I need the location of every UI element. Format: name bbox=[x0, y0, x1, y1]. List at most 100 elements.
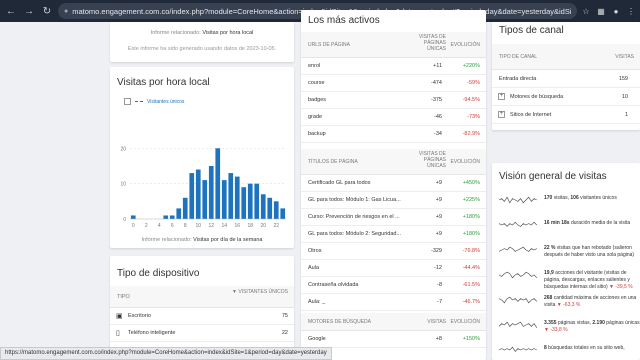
sparkline[interactable] bbox=[498, 320, 538, 332]
extensions-icon[interactable]: ▦ bbox=[596, 6, 606, 16]
related-report-link[interactable]: Visitas por hora local bbox=[202, 30, 253, 36]
row-evolution: -59% bbox=[467, 80, 480, 86]
desktop-icon: ▣ bbox=[116, 313, 123, 320]
chart-bar[interactable] bbox=[169, 215, 175, 219]
table-row[interactable]: + Sitios de Internet 1 bbox=[492, 106, 640, 124]
chart-bar[interactable] bbox=[182, 197, 188, 219]
table-row[interactable]: + Motores de búsqueda 10 bbox=[492, 88, 640, 106]
visits-overview-widget: Visión general de visitas 170 visitas, 1… bbox=[492, 163, 640, 360]
row-visits: -34 bbox=[434, 131, 442, 137]
sparkline[interactable] bbox=[498, 345, 538, 357]
chart-bar[interactable] bbox=[267, 197, 273, 219]
table-row[interactable]: Certificado GL para todos +9 +450% bbox=[301, 175, 486, 192]
legend-label[interactable]: Visitantes únicos bbox=[147, 99, 184, 105]
overview-row: 16 min 18s duración media de la visita bbox=[498, 216, 640, 242]
widget-title: Visitas por hora local bbox=[117, 77, 210, 88]
chart-bar[interactable] bbox=[241, 187, 247, 219]
column-header-visits[interactable]: VISITAS DE PÁGINAS ÚNICAS bbox=[406, 151, 446, 169]
table-row[interactable]: ▣ Escritorio 75 bbox=[110, 308, 294, 325]
forward-icon[interactable]: → bbox=[22, 4, 36, 18]
table-row[interactable]: enrol +11 +220% bbox=[301, 58, 486, 75]
x-tick-label: 12 bbox=[208, 223, 214, 229]
table-row[interactable]: Google +8 +150% bbox=[301, 331, 486, 348]
chart-bar[interactable] bbox=[202, 180, 208, 219]
visits-bar-chart: 0 10 20 0 2 4 6 8 10 12 14 16 18 20 22 bbox=[120, 146, 286, 229]
chart-bar[interactable] bbox=[130, 215, 136, 219]
chart-bar[interactable] bbox=[234, 176, 240, 219]
sparkline[interactable] bbox=[498, 195, 538, 207]
chart-bar[interactable] bbox=[195, 169, 201, 219]
table-row[interactable]: GL para todos: Módulo 2: Seguridad... +9 +… bbox=[301, 226, 486, 243]
related-report-link[interactable]: Visitas por día de la semana bbox=[193, 237, 262, 243]
chart-bar[interactable] bbox=[260, 194, 266, 219]
sparkline-line bbox=[498, 271, 538, 279]
chart-bar[interactable] bbox=[208, 166, 214, 219]
chart-bar[interactable] bbox=[176, 208, 182, 219]
metric-label: páginas únicas bbox=[604, 320, 640, 326]
row-evolution: +180% bbox=[462, 231, 480, 237]
column-header-visits[interactable]: VISITAS DE PÁGINAS ÚNICAS bbox=[406, 34, 446, 52]
sparkline[interactable] bbox=[498, 220, 538, 232]
chart-bar[interactable] bbox=[215, 148, 221, 219]
row-evolution: -94.5% bbox=[462, 97, 480, 103]
y-tick-label: 0 bbox=[123, 217, 126, 223]
column-header-type[interactable]: TIPO bbox=[117, 294, 130, 300]
column-header-label[interactable]: TÍTULOS DE PÁGINA bbox=[308, 159, 358, 165]
table-row[interactable]: GL para todos: Módulo 1: Gas Licua... +9 +… bbox=[301, 192, 486, 209]
metric-picker-icon[interactable] bbox=[124, 98, 131, 105]
metric-value: 2.190 bbox=[592, 320, 605, 326]
sparkline[interactable] bbox=[498, 295, 538, 307]
row-visits: +9 bbox=[435, 231, 442, 237]
expand-icon[interactable]: + bbox=[498, 93, 505, 100]
chart-bar[interactable] bbox=[273, 201, 279, 219]
chart-bar[interactable] bbox=[221, 180, 227, 219]
column-header-visitors[interactable]: ▼ VISITANTES ÚNICOS bbox=[232, 289, 288, 295]
reload-icon[interactable]: ↻ bbox=[40, 4, 54, 18]
expand-icon[interactable]: + bbox=[498, 111, 505, 118]
table-row[interactable]: ▯ Teléfono inteligente 22 bbox=[110, 325, 294, 342]
table-row[interactable]: Entrada directa 159 bbox=[492, 70, 640, 88]
column-header-evolution[interactable]: EVOLUCIÓN bbox=[451, 159, 480, 165]
menu-icon[interactable]: ⋮ bbox=[626, 6, 636, 16]
table-row[interactable]: grade -46 -73% bbox=[301, 109, 486, 126]
table-row[interactable]: course -474 -59% bbox=[301, 75, 486, 92]
sparkline[interactable] bbox=[498, 245, 538, 257]
table-row[interactable]: Aula: _ -7 -46.7% bbox=[301, 294, 486, 311]
column-header-visits[interactable]: VISITAS bbox=[615, 54, 634, 60]
row-visits: +9 bbox=[435, 214, 442, 220]
table-row[interactable]: Aula -12 -44.4% bbox=[301, 260, 486, 277]
row-evolution: +220% bbox=[462, 63, 480, 69]
chart-bar[interactable] bbox=[163, 215, 169, 219]
column-header-label[interactable]: URLS DE PÁGINA bbox=[308, 42, 350, 48]
table-header: URLS DE PÁGINA VISITAS DE PÁGINAS ÚNICAS E… bbox=[301, 32, 486, 58]
chart-bar[interactable] bbox=[280, 208, 286, 219]
row-label: Curso: Prevención de riesgos en el ... bbox=[308, 214, 400, 220]
chart-bar[interactable] bbox=[228, 173, 234, 219]
table-row[interactable]: Otros -329 -76.8% bbox=[301, 243, 486, 260]
column-header-label[interactable]: MOTORES DE BÚSQUEDA bbox=[308, 319, 371, 325]
table-row[interactable]: badges -375 -94.5% bbox=[301, 92, 486, 109]
chart-bar[interactable] bbox=[247, 183, 253, 219]
column-header-channel[interactable]: TIPO DE CANAL bbox=[499, 54, 537, 60]
smartphone-icon: ▯ bbox=[116, 330, 120, 337]
row-label: course bbox=[308, 80, 325, 86]
chart-bar[interactable] bbox=[254, 183, 260, 219]
profile-icon[interactable]: ● bbox=[611, 6, 621, 16]
column-header-evolution[interactable]: EVOLUCIÓN bbox=[451, 42, 480, 48]
overview-row: 3.355 páginas vistas, 2.190 páginas únic… bbox=[498, 316, 640, 342]
column-header-visits[interactable]: VISITAS bbox=[406, 319, 446, 325]
sparkline[interactable] bbox=[498, 270, 538, 282]
bookmark-icon[interactable]: ☆ bbox=[581, 6, 591, 16]
overview-text: 3.355 páginas vistas, 2.190 páginas únic… bbox=[544, 320, 640, 334]
overview-text: 268 cantidad máxima de acciones en una v… bbox=[544, 295, 640, 309]
row-label: Entrada directa bbox=[499, 76, 537, 82]
table-row[interactable]: backup -34 -82.9% bbox=[301, 126, 486, 143]
metric-label: duración media de la visita bbox=[569, 220, 631, 226]
column-header-evolution[interactable]: EVOLUCIÓN bbox=[451, 319, 480, 325]
chart-bar[interactable] bbox=[189, 173, 195, 219]
sparkline-line bbox=[498, 346, 537, 352]
row-label: Motores de búsqueda bbox=[510, 94, 564, 100]
table-row[interactable]: Contraseña olvidada -8 -61.5% bbox=[301, 277, 486, 294]
table-row[interactable]: Curso: Prevención de riesgos en el ... +9… bbox=[301, 209, 486, 226]
back-icon[interactable]: ← bbox=[4, 4, 18, 18]
